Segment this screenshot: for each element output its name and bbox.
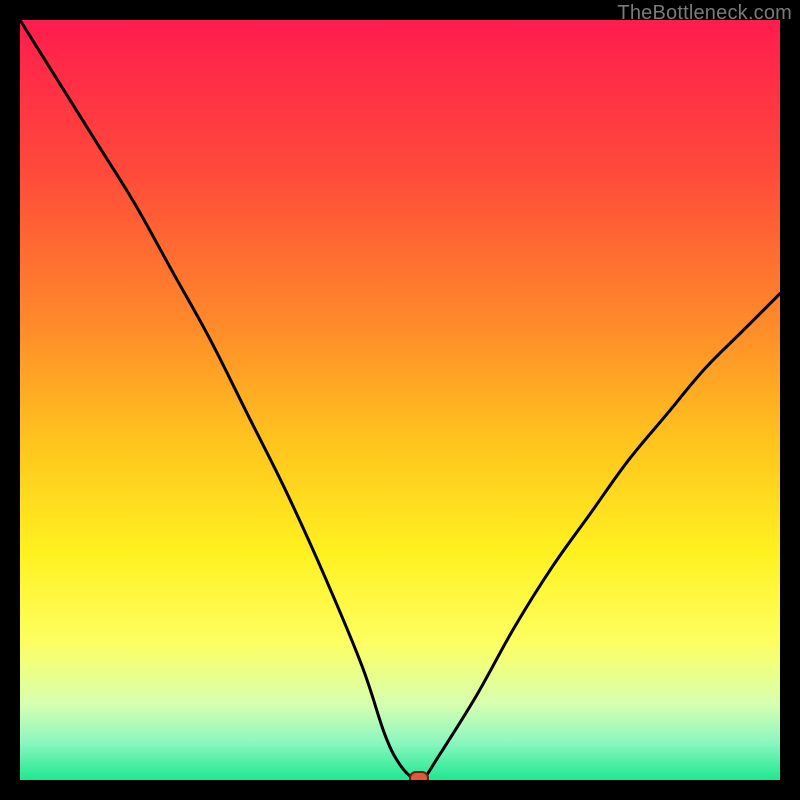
chart-svg [20,20,780,780]
watermark-text: TheBottleneck.com [617,2,792,25]
plot-area [20,20,780,780]
gradient-bg [20,20,780,780]
chart-frame: TheBottleneck.com [0,0,800,800]
optimal-marker [410,772,428,780]
